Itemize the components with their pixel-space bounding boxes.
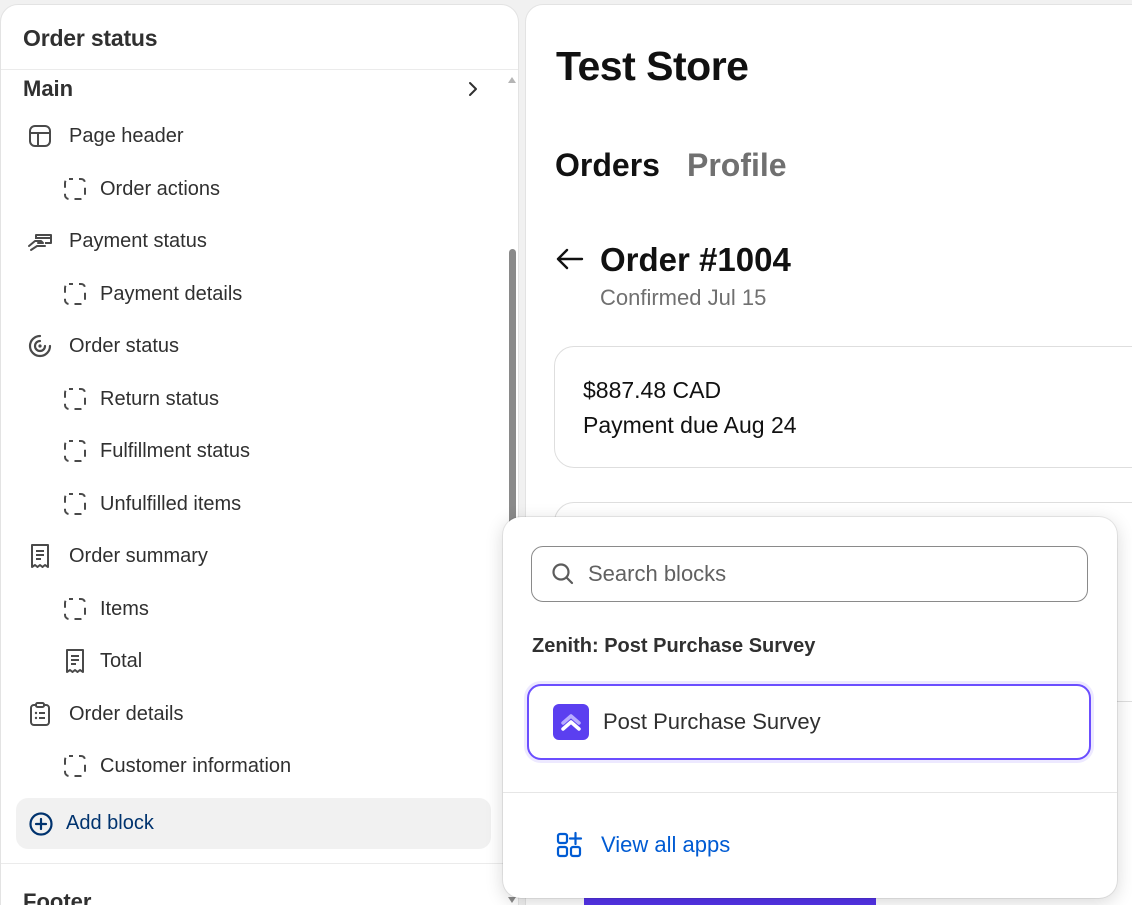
block-placeholder-icon xyxy=(62,176,88,202)
tree-item-page-header[interactable]: Page header xyxy=(27,118,184,154)
block-placeholder-icon xyxy=(62,386,88,412)
plus-circle-icon xyxy=(29,811,53,836)
receipt-icon xyxy=(27,543,53,569)
section-main-label: Main xyxy=(23,76,74,101)
tree-item-unfulfilled-items[interactable]: Unfulfilled items xyxy=(62,486,241,522)
progress-icon xyxy=(27,333,53,359)
editor-sidebar: Order status Main Page header Order acti… xyxy=(0,4,519,905)
tree-item-label: Customer information xyxy=(100,754,292,777)
tree-item-label: Total xyxy=(100,649,143,672)
tree-item-payment-details[interactable]: Payment details xyxy=(62,276,242,312)
scrollbar-down-arrow[interactable] xyxy=(508,897,516,903)
view-all-apps-label: View all apps xyxy=(601,832,731,857)
tree-item-label: Order actions xyxy=(100,177,221,200)
back-arrow-icon[interactable] xyxy=(554,243,586,275)
zenith-app-icon xyxy=(553,704,589,740)
add-block-popover: Zenith: Post Purchase Survey Post Purcha… xyxy=(503,517,1117,898)
payment-amount: $887.48 CAD xyxy=(583,377,722,403)
store-name: Test Store xyxy=(556,43,749,89)
tree-item-payment-status[interactable]: Payment status xyxy=(27,223,207,259)
tree-item-return-status[interactable]: Return status xyxy=(62,381,219,417)
scrollbar-up-arrow[interactable] xyxy=(508,77,516,83)
tree-item-label: Items xyxy=(100,597,149,620)
chevron-right-icon xyxy=(469,82,477,96)
tree-item-order-status[interactable]: Order status xyxy=(27,328,179,364)
view-all-apps-link[interactable]: View all apps xyxy=(555,827,730,863)
order-title: Order #1004 xyxy=(600,241,791,278)
layout-icon xyxy=(27,123,53,149)
apps-grid-icon xyxy=(556,831,583,858)
clipboard-icon xyxy=(27,701,53,727)
search-blocks-input[interactable] xyxy=(588,561,1068,587)
tree-item-label: Page header xyxy=(69,124,184,147)
sidebar-title: Order status xyxy=(23,25,158,51)
tree-item-label: Order details xyxy=(69,702,184,725)
add-block-label: Add block xyxy=(66,812,154,834)
tree-item-order-details[interactable]: Order details xyxy=(27,696,184,732)
section-footer[interactable]: Footer xyxy=(23,889,91,905)
receipt-icon xyxy=(62,648,88,674)
nav-profile[interactable]: Profile xyxy=(687,147,787,184)
search-blocks-field[interactable] xyxy=(531,546,1088,602)
order-subtitle: Confirmed Jul 15 xyxy=(600,285,767,310)
tree-item-label: Payment status xyxy=(69,229,207,252)
block-placeholder-icon xyxy=(62,753,88,779)
tree-item-label: Order status xyxy=(69,334,180,357)
scrollbar-thumb[interactable] xyxy=(509,249,516,549)
payment-due: Payment due Aug 24 xyxy=(583,412,797,438)
post-purchase-survey-option[interactable]: Post Purchase Survey xyxy=(527,684,1091,760)
block-placeholder-icon xyxy=(62,596,88,622)
tree-item-label: Return status xyxy=(100,387,219,410)
tree-item-label: Fulfillment status xyxy=(100,439,251,462)
tree-item-label: Order summary xyxy=(69,544,208,567)
hand-card-icon xyxy=(27,228,53,254)
block-placeholder-icon xyxy=(62,281,88,307)
tree-item-fulfillment-status[interactable]: Fulfillment status xyxy=(62,433,250,469)
divider xyxy=(1,69,518,70)
divider xyxy=(503,792,1117,793)
section-main[interactable]: Main xyxy=(23,73,483,105)
search-icon xyxy=(552,563,574,585)
tree-item-order-actions[interactable]: Order actions xyxy=(62,171,220,207)
divider xyxy=(1,863,518,864)
tree-item-customer-information[interactable]: Customer information xyxy=(62,748,291,784)
tree-item-label: Unfulfilled items xyxy=(100,492,242,515)
app-group-heading: Zenith: Post Purchase Survey xyxy=(532,635,816,657)
tree-item-items[interactable]: Items xyxy=(62,591,149,627)
tree-item-order-summary[interactable]: Order summary xyxy=(27,538,208,574)
option-label: Post Purchase Survey xyxy=(603,709,821,734)
payment-card: $887.48 CAD Payment due Aug 24 xyxy=(554,346,1132,468)
tree-item-total[interactable]: Total xyxy=(62,643,142,679)
tree-item-label: Payment details xyxy=(100,282,243,305)
nav-orders[interactable]: Orders xyxy=(555,147,660,184)
block-placeholder-icon xyxy=(62,491,88,517)
block-placeholder-icon xyxy=(62,438,88,464)
add-block-button[interactable]: Add block xyxy=(16,798,491,849)
